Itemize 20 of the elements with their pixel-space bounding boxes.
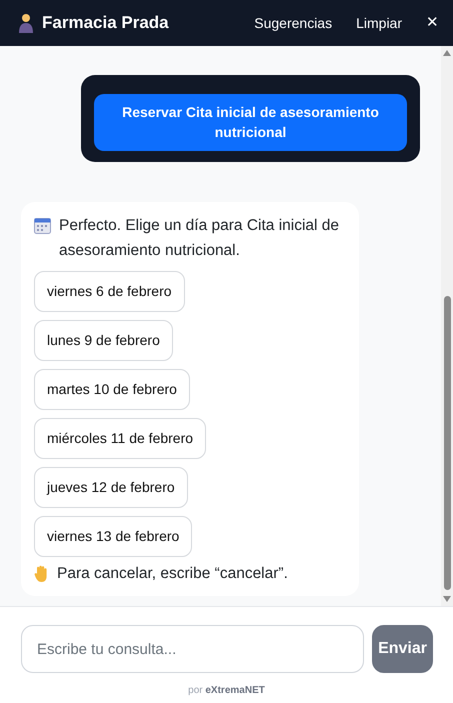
message-text: Para cancelar, escribe “cancelar”. bbox=[57, 564, 288, 584]
calendar-icon bbox=[34, 217, 51, 234]
scroll-up-icon[interactable] bbox=[443, 50, 451, 56]
booking-button[interactable]: Reservar Cita inicial de asesoramiento nutricional bbox=[94, 94, 407, 152]
person-icon bbox=[18, 13, 34, 33]
message-text: Perfecto. Elige un día para Cita inicial de asesoramiento nutricional. bbox=[59, 216, 340, 262]
hand-icon bbox=[34, 564, 49, 583]
header-link[interactable]: Limpiar bbox=[356, 12, 402, 34]
close-button[interactable]: ✕ bbox=[426, 12, 439, 34]
message-input[interactable]: Escribe tu consulta... bbox=[21, 625, 364, 673]
date-option-button[interactable]: miércoles 11 de febrero bbox=[34, 418, 206, 460]
powered-by-text: por eXtremaNET bbox=[187, 684, 266, 698]
date-option-button[interactable]: viernes 6 de febrero bbox=[34, 271, 185, 312]
date-option-button[interactable]: lunes 9 de febrero bbox=[34, 320, 173, 362]
date-option-button[interactable]: viernes 13 de febrero bbox=[34, 516, 192, 558]
header-link[interactable]: Sugerencias bbox=[254, 12, 332, 34]
app-title: Farmacia Prada bbox=[42, 12, 169, 34]
date-option-button[interactable]: martes 10 de febrero bbox=[34, 369, 190, 410]
scroll-down-icon[interactable] bbox=[443, 596, 451, 602]
date-option-button[interactable]: jueves 12 de febrero bbox=[34, 467, 188, 508]
